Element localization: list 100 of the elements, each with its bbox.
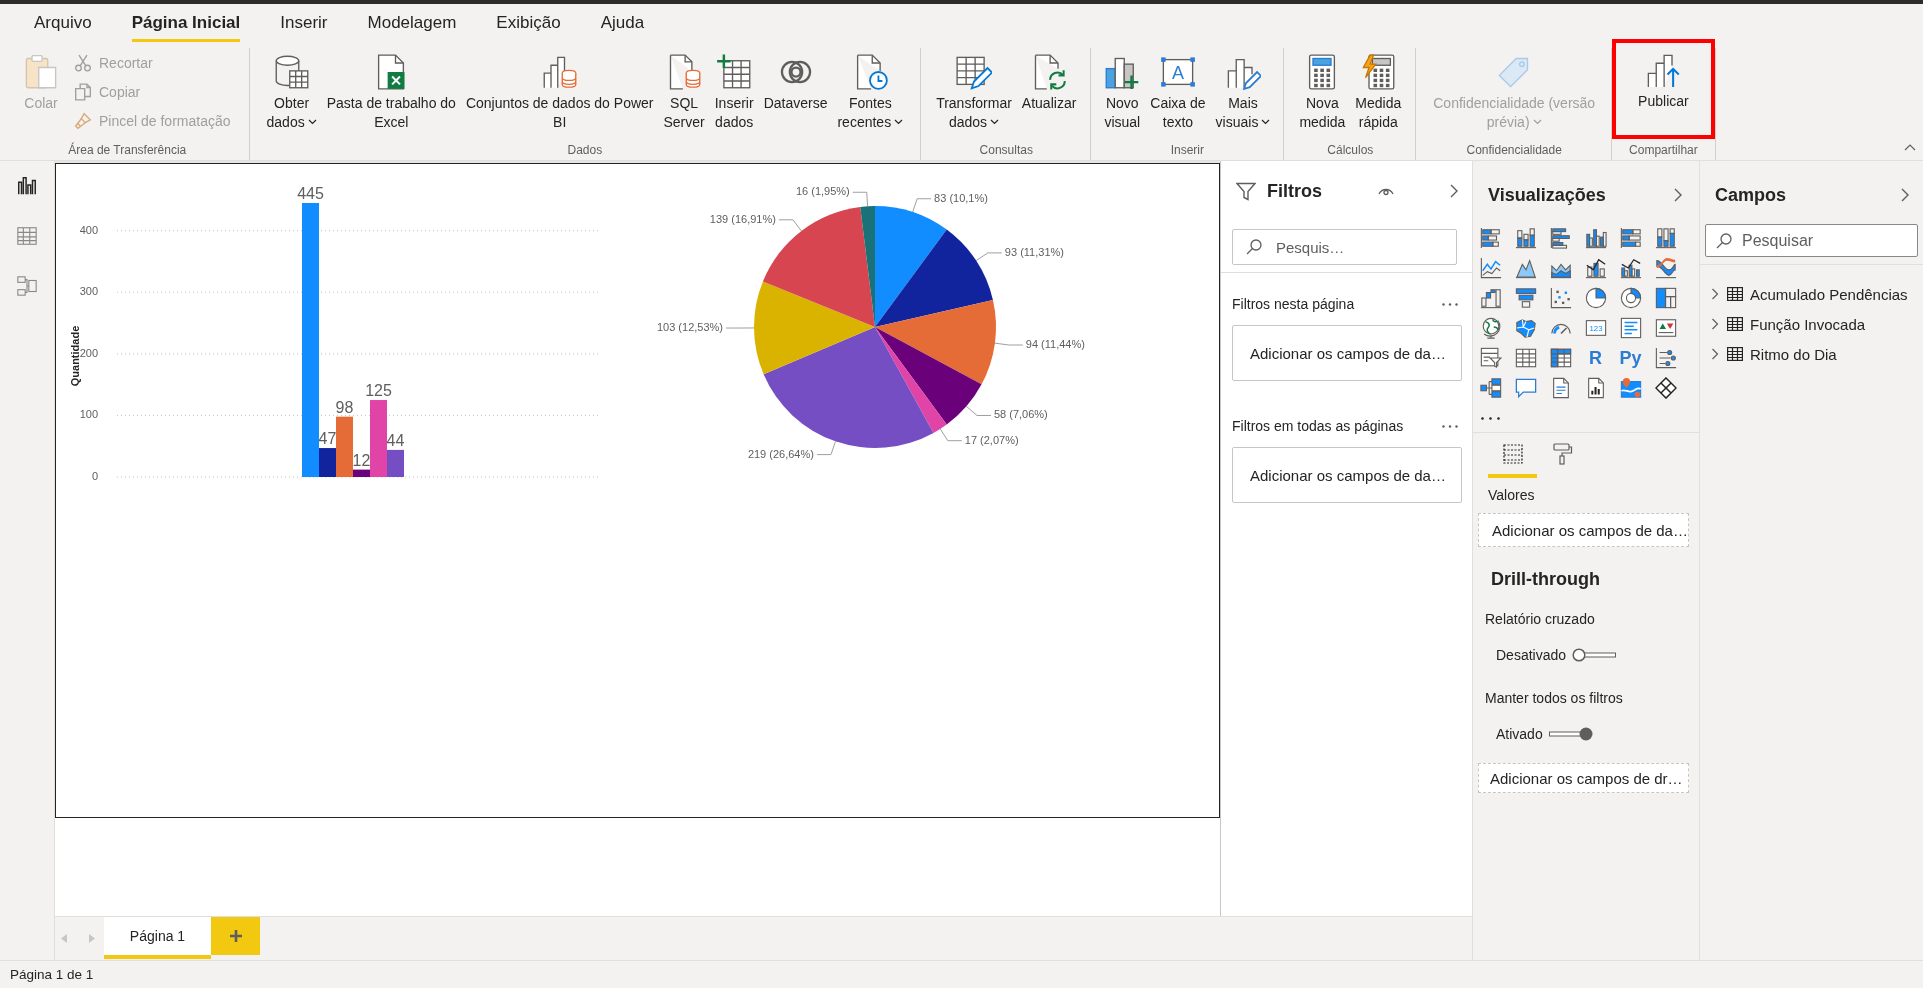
chevron-right-icon[interactable] [1674,188,1682,202]
leader-line [725,327,755,329]
ribbon-button[interactable]: Fontes recentes [834,48,907,132]
toggle-switch[interactable] [1572,648,1617,662]
ribbon-button[interactable]: Atualizar [1018,48,1080,113]
toggle-switch[interactable] [1548,727,1593,741]
ribbon-button[interactable]: Nova medida [1296,48,1349,132]
scatter-chart-icon[interactable] [1549,287,1572,309]
more-icon[interactable] [1481,417,1500,420]
ribbon-button[interactable]: Pasta de trabalho do Excel [323,48,459,132]
drop-zone[interactable]: Adicionar os campos de dr… [1478,763,1689,793]
well-label: Valores [1488,486,1536,504]
full-bar-chart-icon[interactable] [1619,227,1642,249]
chevron-right-icon[interactable] [1711,288,1719,300]
data-label: 93 (11,31%) [1004,245,1064,258]
menu-tab[interactable]: Ajuda [600,4,645,42]
database-table-icon [273,54,310,90]
stacked-column-chart-icon[interactable] [1514,227,1537,249]
area-chart-icon[interactable] [1514,257,1537,279]
leader-line [965,405,992,416]
menu-tab[interactable]: Modelagem [367,4,457,42]
axis-tick-label: 400 [79,223,98,236]
data-label: 219 (26,64%) [747,447,814,460]
waterfall-chart-icon[interactable] [1479,287,1502,309]
clustered-column-chart-icon[interactable] [1584,227,1607,249]
ribbon-button[interactable]: Conjuntos de dados do Power BI [462,48,657,132]
pie-chart-icon[interactable] [1584,287,1607,309]
kpi-icon[interactable] [1654,317,1677,339]
key-influencers-icon[interactable] [1654,347,1677,369]
ribbon-button[interactable]: Mais visuais [1212,48,1274,132]
add-page-button[interactable] [211,917,260,955]
chevron-right-icon[interactable] [1901,188,1909,202]
page-tab[interactable]: Página 1 [104,917,211,959]
donut-chart-icon[interactable] [1619,287,1642,309]
table-icon[interactable] [1514,347,1537,369]
filled-map-icon[interactable] [1514,317,1537,339]
eye-icon[interactable] [1378,186,1394,196]
ribbon-group-label: Compartilhar [1628,142,1699,159]
funnel-chart-icon[interactable] [1514,287,1537,309]
speech-bubble-icon[interactable] [1514,377,1537,399]
section-title: Filtros em todas as páginas [1232,418,1404,434]
more-icon[interactable] [1442,424,1458,428]
clustered-bar-chart-icon[interactable] [1549,227,1572,249]
model-diagram-icon[interactable] [16,275,38,297]
data-label: 17 (2,07%) [964,433,1019,446]
ribbon-button[interactable]: Inserir dados [711,48,757,132]
matrix-icon[interactable] [1549,347,1572,369]
ribbon-button[interactable]: Medida rápida [1352,48,1405,132]
ribbon-button[interactable]: Publicar [1612,39,1715,139]
ribbon-button[interactable]: SQL Server [660,48,708,132]
axis-tick-label: 200 [79,346,98,359]
ribbon-button[interactable]: Novo visual [1101,48,1144,132]
ribbon-button[interactable]: A Caixa de texto [1147,48,1209,132]
ribbon-chart-icon[interactable] [1654,257,1677,279]
treemap-icon[interactable] [1654,287,1677,309]
stacked-bar-chart-icon[interactable] [1479,227,1502,249]
full-column-chart-icon[interactable] [1654,227,1677,249]
drop-zone[interactable]: Adicionar os campos de da… [1232,325,1462,381]
script-visual-button[interactable]: R [1578,343,1613,373]
script-visual-button[interactable]: Py [1613,343,1648,373]
menu-tab[interactable]: Inserir [280,4,328,42]
ribbon-button[interactable]: Obter dados [263,48,320,132]
ribbon-group-label: Cálculos [1326,142,1375,159]
more-icon[interactable] [1442,302,1458,306]
leader-line [852,191,869,207]
table-icon [1727,317,1743,331]
leader-line [912,198,932,213]
chevron-right-icon[interactable] [1450,184,1458,198]
pin-map-icon[interactable] [1619,377,1642,399]
field-table-name[interactable]: Acumulado Pendências [1750,285,1908,303]
menu-tab[interactable]: Arquivo [34,4,92,42]
line-clustered-chart-icon[interactable] [1619,257,1642,279]
chevron-up-icon[interactable] [1904,144,1916,151]
chevron-right-icon[interactable] [1711,348,1719,360]
decomposition-tree-icon[interactable] [1479,377,1502,399]
ribbon-group-label: Inserir [1169,142,1206,159]
chevron-right-icon[interactable] [1711,318,1719,330]
multi-row-card-icon[interactable] [1619,317,1642,339]
slicer-icon[interactable] [1479,347,1502,369]
search-field[interactable]: Pesquisar [1705,224,1918,257]
search-icon [1716,232,1732,249]
ribbon-button[interactable]: Transformar dados [933,48,1015,132]
calculator-lightning-icon [1360,54,1397,90]
data-label: 83 (10,1%) [934,191,988,204]
drop-zone[interactable]: Adicionar os campos de da… [1232,447,1462,503]
bars-database-icon [541,54,578,90]
toggle-state-label: Ativado [1496,726,1543,742]
menu-tab[interactable]: Exibição [496,4,561,42]
field-table-name[interactable]: Função Invocada [1750,315,1866,333]
bar-chart-icon[interactable] [16,175,38,197]
search-field[interactable]: Pesquis… [1232,229,1457,265]
field-table-name[interactable]: Ritmo do Dia [1750,345,1837,363]
diamond-grid-icon[interactable] [1654,377,1677,399]
drop-zone[interactable]: Adicionar os campos de da… [1478,513,1689,547]
ribbon-button[interactable]: Dataverse [760,48,831,113]
line-column-chart-icon[interactable] [1584,257,1607,279]
pane-title: Visualizações [1488,184,1606,206]
data-label: 58 (7,06%) [993,408,1048,421]
line-chart-icon[interactable] [1479,257,1502,279]
table-icon[interactable] [16,225,38,247]
